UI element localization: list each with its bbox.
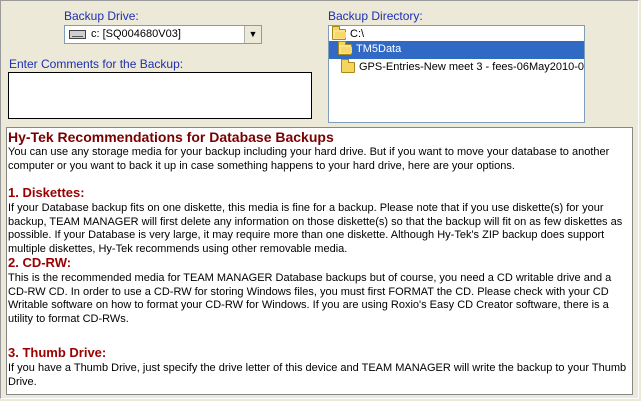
diskettes-text: If your Database backup fits on one disk… <box>8 202 623 255</box>
backup-drive-value: c: [SQ004680V03] <box>91 28 181 40</box>
recommendations-title: Hy-Tek Recommendations for Database Back… <box>8 129 334 145</box>
hard-drive-icon <box>69 30 86 39</box>
comments-field[interactable] <box>8 72 312 119</box>
cd-rw-text: This is the recommended media for TEAM M… <box>8 272 612 325</box>
folder-icon <box>341 59 355 73</box>
backup-directory-label: Backup Directory: <box>328 9 423 23</box>
directory-item-tm5data[interactable]: TM5Data <box>329 41 584 59</box>
backup-drive-select[interactable]: c: [SQ004680V03] ▼ <box>64 25 262 44</box>
open-folder-icon <box>332 26 346 40</box>
chevron-down-icon[interactable]: ▼ <box>244 26 261 43</box>
directory-item-label: TM5Data <box>356 43 402 55</box>
backup-directory-list[interactable]: C:\ TM5Data GPS-Entries-New meet 3 - fee… <box>328 25 585 123</box>
recommendations-panel: Hy-Tek Recommendations for Database Back… <box>6 127 633 395</box>
directory-item-label: C:\ <box>350 28 365 40</box>
cd-rw-heading: 2. CD-RW: <box>8 255 72 270</box>
recommendations-intro: You can use any storage media for your b… <box>8 146 610 172</box>
thumb-drive-text: If you have a Thumb Drive, just specify … <box>8 362 627 388</box>
thumb-drive-heading: 3. Thumb Drive: <box>8 345 107 360</box>
diskettes-heading: 1. Diskettes: <box>8 185 85 200</box>
directory-item-label: GPS-Entries-New meet 3 - fees-06May2010-… <box>359 61 585 73</box>
open-folder-icon <box>338 41 352 55</box>
comments-label: Enter Comments for the Backup: <box>9 57 184 71</box>
backup-drive-label: Backup Drive: <box>64 9 139 23</box>
directory-item-gps-entries[interactable]: GPS-Entries-New meet 3 - fees-06May2010-… <box>329 59 584 77</box>
